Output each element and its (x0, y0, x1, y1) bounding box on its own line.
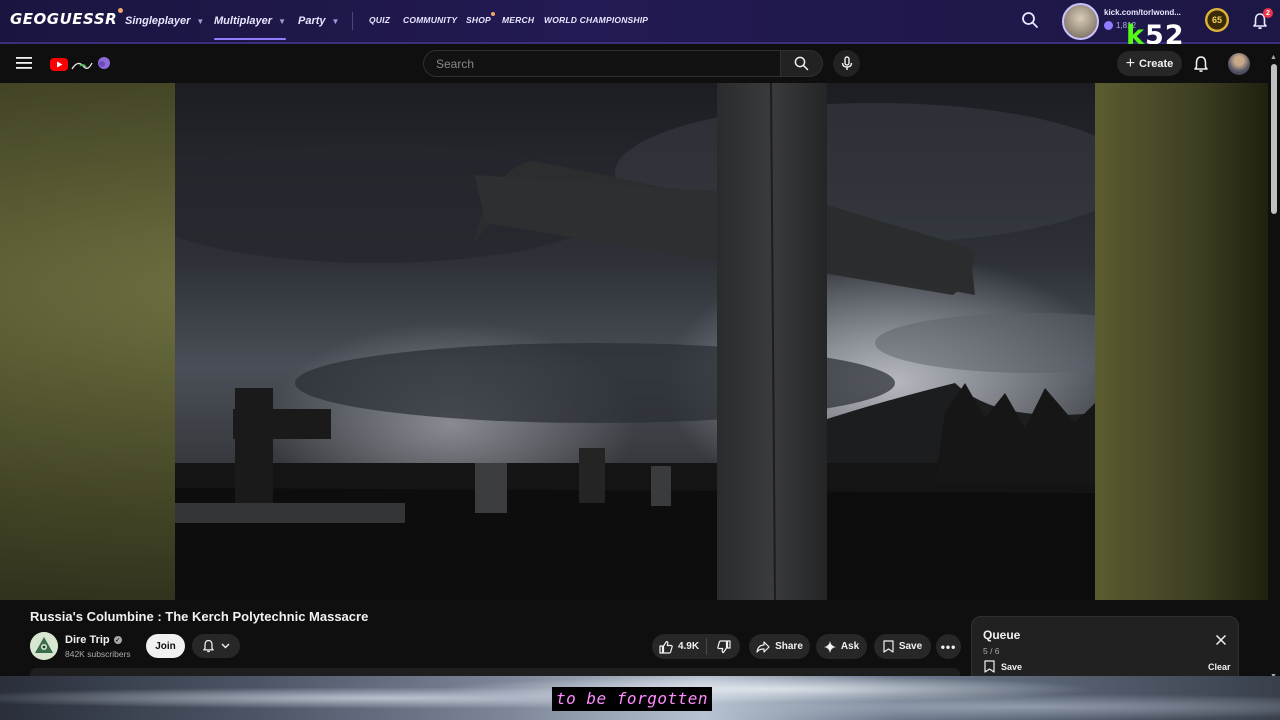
queue-position: 5 / 6 (983, 646, 1000, 656)
chevron-down-icon: ▼ (278, 16, 286, 26)
more-actions-button[interactable]: ••• (936, 634, 961, 659)
ask-label: Ask (840, 641, 860, 652)
link-shop[interactable]: SHOP (466, 12, 495, 25)
notifications-bell-icon[interactable] (1193, 55, 1209, 73)
level-badge: 65 (1205, 8, 1229, 32)
queue-save-button[interactable]: Save (984, 660, 1022, 673)
nav-multiplayer-label: Multiplayer (214, 15, 273, 27)
account-avatar[interactable] (1228, 53, 1250, 75)
like-dislike-group: 4.9K (652, 634, 740, 659)
link-quiz[interactable]: QUIZ (369, 15, 390, 25)
subscriber-count: 842K subscribers (65, 649, 131, 659)
queue-save-label: Save (1001, 661, 1023, 672)
thumbs-down-icon (716, 639, 731, 653)
share-button[interactable]: Share (749, 634, 810, 659)
search-input[interactable] (424, 51, 780, 76)
video-title: Russia's Columbine : The Kerch Polytechn… (30, 609, 369, 624)
screen: GEOGUESSR Singleplayer ▼ Multiplayer ▼ P… (0, 0, 1280, 720)
like-button[interactable]: 4.9K (652, 634, 706, 659)
like-count: 4.9K (677, 641, 700, 652)
save-button[interactable]: Save (874, 634, 931, 659)
link-world-championship[interactable]: WORLD CHAMPIONSHIP (544, 15, 648, 25)
verified-check-icon: ✓ (113, 636, 122, 644)
subscription-notifications-button[interactable] (192, 634, 240, 658)
channel-name-text: Dire Trip (65, 634, 110, 646)
channel-name[interactable]: Dire Trip ✓ (65, 634, 122, 646)
share-arrow-icon (756, 640, 770, 653)
hamburger-menu-icon[interactable] (16, 56, 32, 70)
nav-party[interactable]: Party ▼ (298, 0, 339, 42)
dislike-button[interactable] (707, 634, 740, 659)
nav-divider (352, 12, 353, 30)
bookmark-icon (984, 660, 995, 673)
user-avatar[interactable] (1062, 3, 1099, 40)
chevron-down-icon: ▼ (331, 16, 340, 26)
more-dots-icon: ••• (940, 639, 957, 654)
user-name: kick.com/torlwond... (1104, 8, 1181, 17)
coin-icon (1104, 21, 1113, 30)
sparkle-icon (823, 640, 836, 653)
chevron-down-icon: ▼ (196, 16, 205, 26)
scroll-up-arrow-icon[interactable]: ▲ (1270, 54, 1277, 61)
link-community[interactable]: COMMUNITY (403, 15, 457, 25)
link-merch[interactable]: MERCH (502, 15, 534, 25)
nav-multiplayer[interactable]: Multiplayer ▼ (214, 0, 286, 42)
nav-singleplayer-label: Singleplayer (125, 15, 191, 27)
save-label: Save (898, 641, 923, 652)
stream-caption: to be forgotten (552, 687, 712, 711)
close-icon[interactable] (1215, 634, 1227, 646)
microphone-icon (841, 56, 852, 70)
voice-search-button[interactable] (833, 50, 860, 77)
search-button[interactable] (781, 50, 823, 77)
queue-panel: Queue 5 / 6 Save Clear (971, 616, 1239, 680)
notification-count-badge: 2 (1263, 8, 1273, 18)
thumbs-up-icon (659, 640, 673, 654)
queue-clear-button[interactable]: Clear (1208, 662, 1231, 672)
bell-icon (203, 639, 214, 653)
youtube-logo[interactable] (50, 55, 112, 73)
search-icon (794, 56, 809, 71)
queue-title: Queue (983, 628, 1021, 642)
geoguessr-top-bar: GEOGUESSR Singleplayer ▼ Multiplayer ▼ P… (0, 0, 1280, 44)
video-frame-cemetery-crosses (175, 83, 1095, 600)
channel-avatar[interactable] (30, 632, 58, 660)
video-player[interactable] (175, 83, 1095, 600)
page-scrollbar[interactable]: ▲ ▼ (1268, 54, 1280, 680)
scrollbar-thumb[interactable] (1271, 64, 1277, 214)
search-icon[interactable] (1021, 11, 1039, 29)
nav-singleplayer[interactable]: Singleplayer ▼ (125, 0, 204, 42)
join-button[interactable]: Join (146, 634, 185, 658)
ambient-glow-right (1095, 83, 1268, 600)
channel-logo-icon (30, 632, 58, 660)
search-field[interactable] (423, 50, 781, 77)
ask-button[interactable]: Ask (816, 634, 867, 659)
create-label: Create (1139, 57, 1174, 70)
link-shop-label: SHOP (466, 15, 491, 25)
nav-party-label: Party (298, 15, 326, 27)
plus-icon: + (1125, 54, 1136, 72)
bookmark-icon (883, 640, 894, 653)
geoguessr-logo[interactable]: GEOGUESSR (10, 8, 124, 28)
youtube-header: + Create (0, 44, 1280, 83)
chevron-down-icon (221, 643, 230, 649)
create-button[interactable]: + Create (1117, 51, 1182, 76)
share-label: Share (775, 641, 803, 652)
